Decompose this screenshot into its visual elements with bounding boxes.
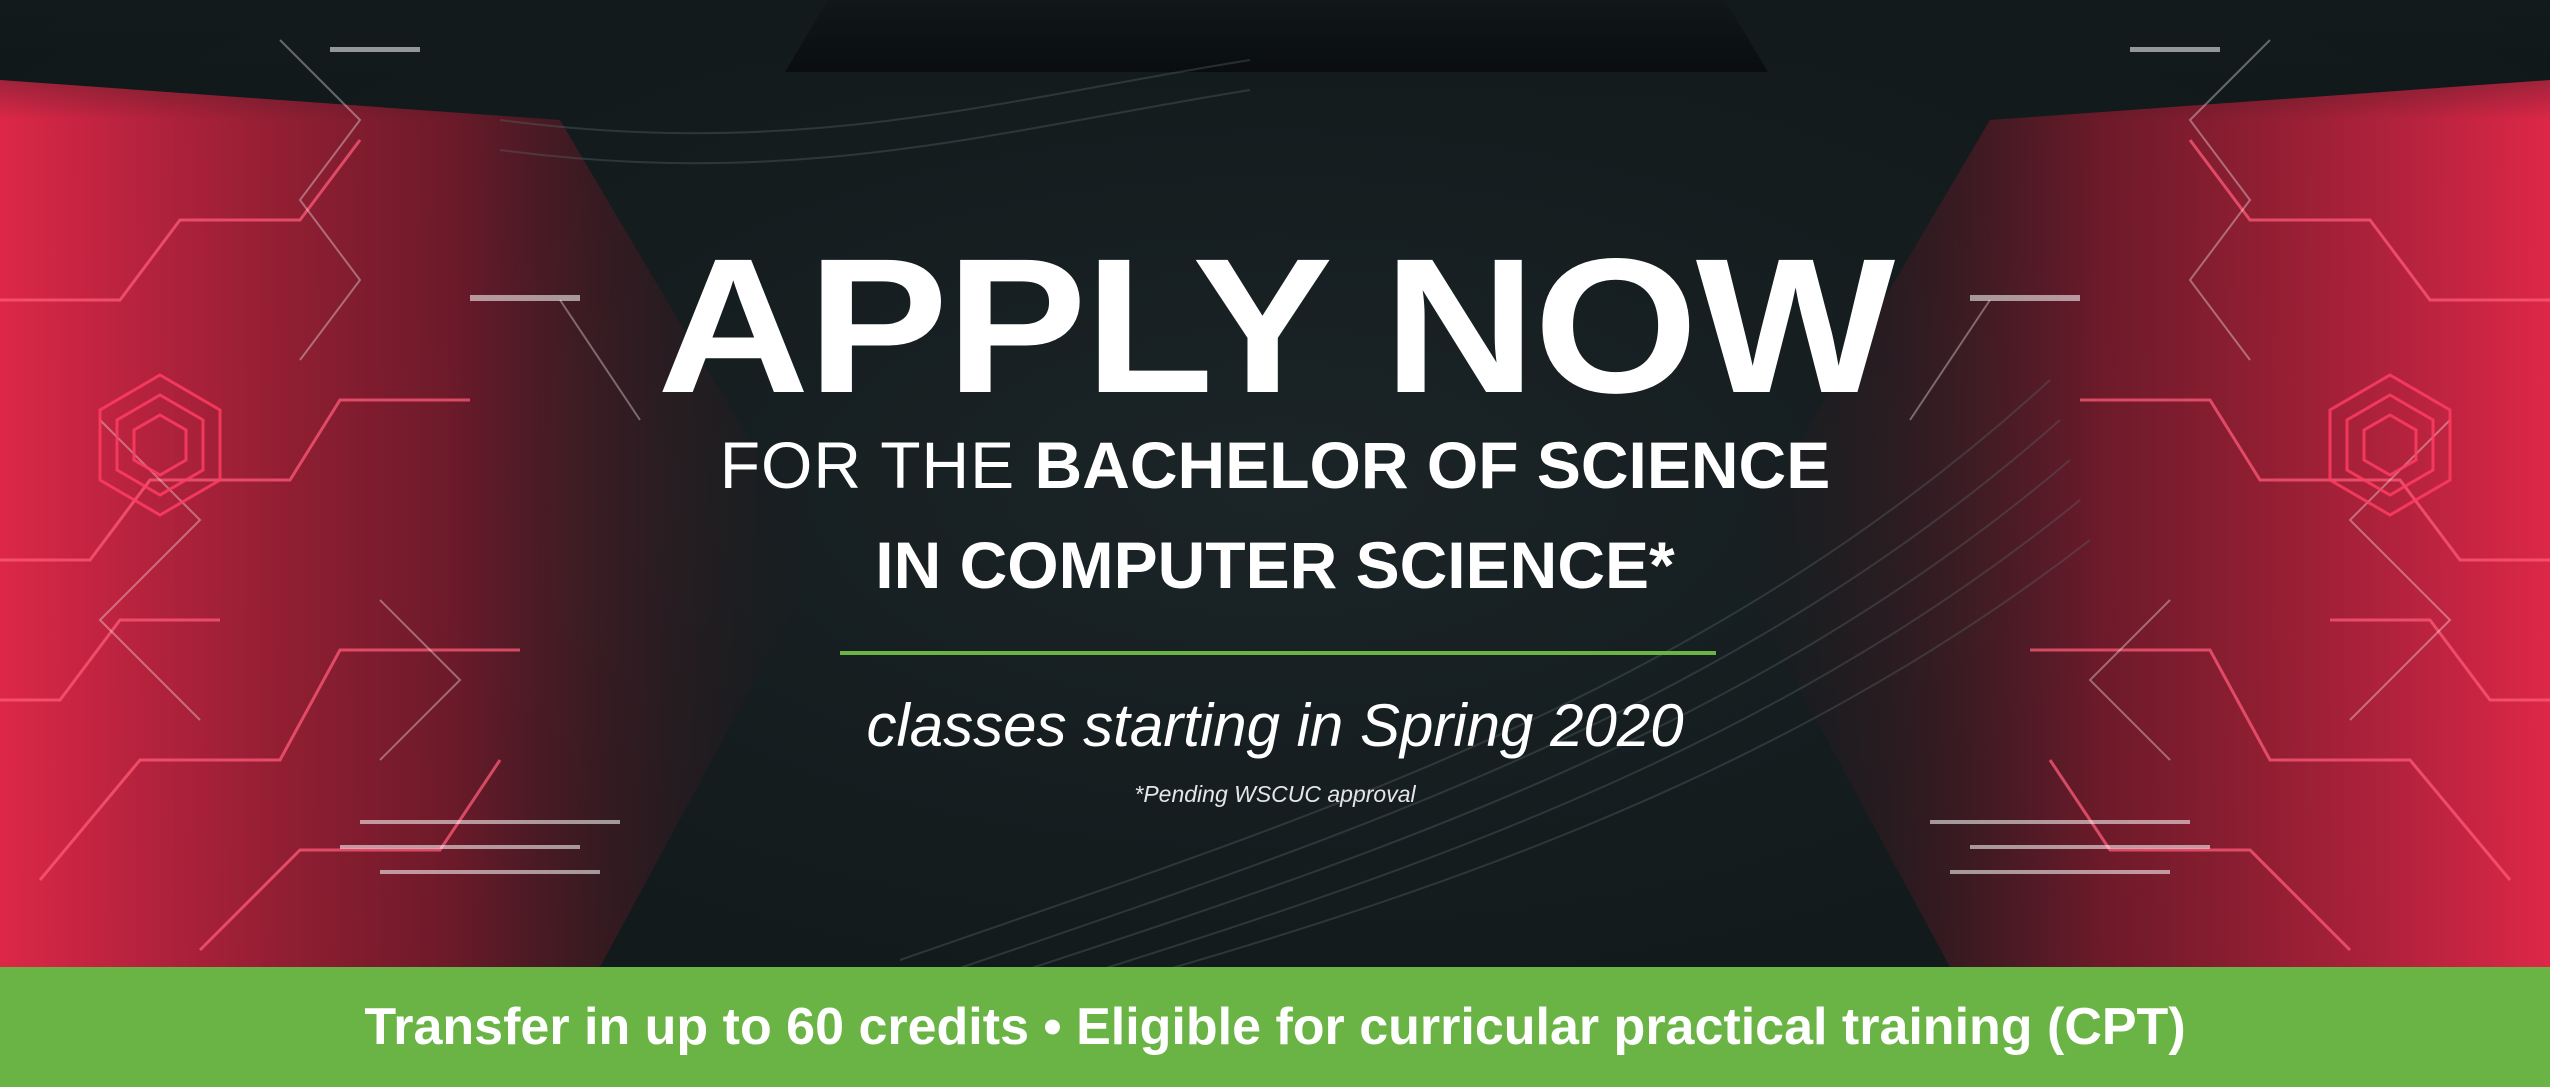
apply-now-banner: APPLY NOW FOR THE BACHELOR OF SCIENCE IN… bbox=[0, 0, 2550, 1087]
benefits-text: Transfer in up to 60 credits • Eligible … bbox=[364, 998, 2186, 1056]
start-term-tagline: classes starting in Spring 2020 bbox=[866, 692, 1684, 759]
program-line-1: FOR THE BACHELOR OF SCIENCE bbox=[0, 432, 2550, 498]
headline: APPLY NOW bbox=[657, 218, 1895, 433]
divider bbox=[840, 651, 1716, 655]
program-prefix: FOR THE bbox=[719, 428, 1035, 502]
program-name-line-1: BACHELOR OF SCIENCE bbox=[1034, 428, 1831, 502]
benefits-bar: Transfer in up to 60 credits • Eligible … bbox=[0, 967, 2550, 1087]
program-name-line-2: IN COMPUTER SCIENCE* bbox=[875, 528, 1675, 602]
accreditation-footnote: *Pending WSCUC approval bbox=[1134, 781, 1416, 807]
